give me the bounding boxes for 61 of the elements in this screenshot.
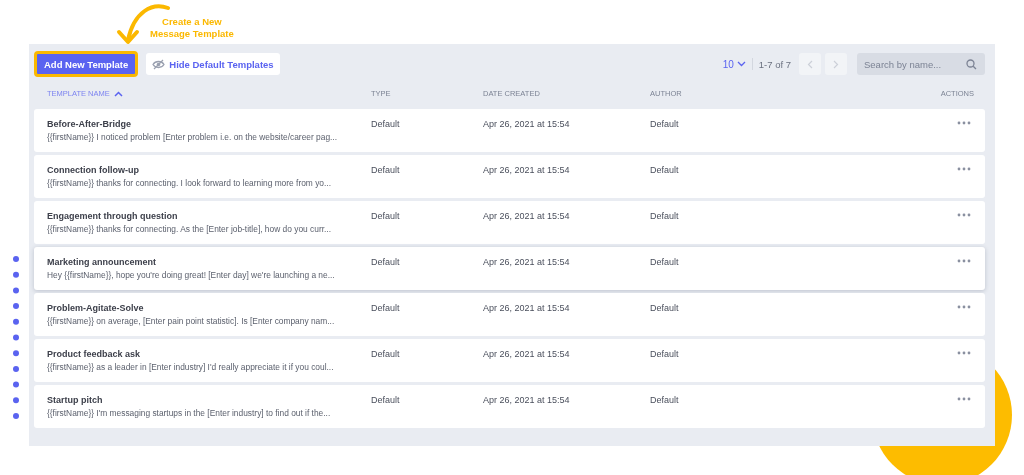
author-cell-text: Default (650, 257, 680, 267)
template-row[interactable]: Startup pitch {{firstName}} I'm messaging startups in the [Enter industry] to find out if the... Default Apr 26, 2021 at 15:54 Default (34, 385, 985, 428)
more-actions-icon[interactable] (957, 167, 971, 171)
more-actions-icon[interactable] (957, 397, 971, 401)
date-cell-text: Apr 26, 2021 at 15:54 (483, 349, 571, 359)
more-actions-icon[interactable] (957, 259, 971, 263)
template-name: Engagement through question (47, 211, 179, 221)
author-cell-text: Default (650, 303, 680, 313)
type-cell-text: Default (371, 303, 401, 313)
search-icon (966, 59, 977, 70)
type-cell-text: Default (371, 257, 401, 267)
template-preview: {{firstName}} I noticed problem [Enter problem i.e. on the website/career pag... (47, 132, 339, 142)
date-cell-text: Apr 26, 2021 at 15:54 (483, 395, 571, 405)
type-cell-text: Default (371, 349, 401, 359)
template-row[interactable]: Marketing announcement Hey {{firstName}}, hope you're doing great! [Enter day] we're launching a ne... Default Apr 26, 2021 at 15:54 Default (34, 247, 985, 290)
more-actions-icon[interactable] (957, 351, 971, 355)
author-cell-text: Default (650, 119, 680, 129)
date-cell-text: Apr 26, 2021 at 15:54 (483, 119, 571, 129)
template-preview: {{firstName}} thanks for connecting. I look forward to learning more from yo... (47, 178, 332, 188)
type-cell-text: Default (371, 211, 401, 221)
eye-slash-icon (152, 58, 166, 70)
author-cell-text: Default (650, 349, 680, 359)
more-actions-icon[interactable] (957, 305, 971, 309)
template-preview: {{firstName}} thanks for connecting. As the [Enter job-title], how do you curr... (47, 224, 332, 234)
template-name: Marketing announcement (47, 257, 157, 267)
chevron-left-icon (807, 59, 813, 69)
date-cell-text: Apr 26, 2021 at 15:54 (483, 303, 571, 313)
type-cell-text: Default (371, 165, 401, 175)
date-cell-text: Apr 26, 2021 at 15:54 (483, 165, 571, 175)
chevron-down-icon (736, 61, 746, 67)
date-cell-text: Apr 26, 2021 at 15:54 (483, 257, 571, 267)
more-actions-icon[interactable] (957, 213, 971, 217)
template-name: Problem-Agitate-Solve (47, 303, 145, 313)
more-actions-icon[interactable] (957, 121, 971, 125)
template-name: Connection follow-up (47, 165, 140, 175)
template-name: Startup pitch (47, 395, 104, 405)
template-row[interactable]: Engagement through question {{firstName}} thanks for connecting. As the [Enter job-title], how do you curr... Default Apr 26, 2021 at 15:54 Default (34, 201, 985, 244)
search-field[interactable]: Search by name... (857, 53, 985, 75)
template-row[interactable]: Connection follow-up {{firstName}} thanks for connecting. I look forward to learning more from yo... Default Apr 26, 2021 at 15:54 Default (34, 155, 985, 198)
hide-defaults-button[interactable]: Hide Default Templates (146, 53, 280, 75)
template-preview: {{firstName}} as a leader in [Enter industry] I'd really appreciate it if you coul... (47, 362, 335, 372)
chevron-right-icon (833, 59, 839, 69)
page-range: 1-7 of 7 (758, 58, 791, 70)
template-row[interactable]: Before-After-Bridge {{firstName}} I noticed problem [Enter problem i.e. on the website/career pag... Default Apr 26, 2021 at 15:54 Default (34, 109, 985, 152)
add-template-button[interactable]: Add New Template (34, 51, 139, 77)
author-cell-text: Default (650, 165, 680, 175)
author-cell-text: Default (650, 211, 680, 221)
template-name: Before-After-Bridge (47, 119, 132, 129)
template-row[interactable]: Product feedback ask {{firstName}} as a leader in [Enter industry] I'd really appreciate it if you coul... Default Apr 26, 2021 at 15:54 Default (34, 339, 985, 382)
type-cell-text: Default (371, 119, 401, 129)
template-row[interactable]: Problem-Agitate-Solve {{firstName}} on average, [Enter pain point statistic]. Is [Enter company nam... Default Apr 26, 2021 at 15:54 Default (34, 293, 985, 336)
template-preview: {{firstName}} on average, [Enter pain point statistic]. Is [Enter company nam... (47, 316, 336, 326)
sort-up-icon (113, 90, 123, 97)
template-preview: {{firstName}} I'm messaging startups in the [Enter industry] to find out if the... (47, 408, 332, 418)
page-size-dropdown[interactable]: 10 (722, 58, 753, 70)
type-cell-text: Default (371, 395, 401, 405)
author-cell-text: Default (650, 395, 680, 405)
template-preview: Hey {{firstName}}, hope you're doing great! [Enter day] we're launching a ne... (47, 270, 336, 280)
date-cell-text: Apr 26, 2021 at 15:54 (483, 211, 571, 221)
callout-text: Create a New Message Template (150, 16, 234, 40)
template-name: Product feedback ask (47, 349, 142, 359)
